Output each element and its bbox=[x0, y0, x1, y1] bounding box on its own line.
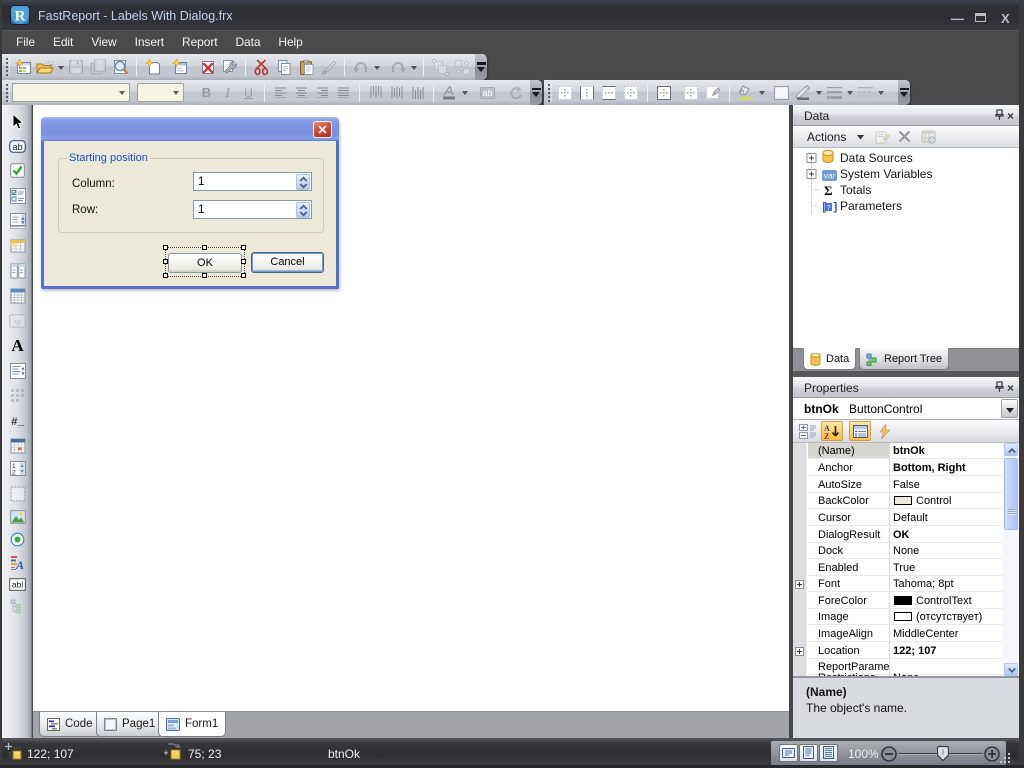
svg-text:ab: ab bbox=[12, 142, 22, 152]
svg-text:A: A bbox=[15, 558, 24, 570]
svg-text:?: ? bbox=[826, 203, 830, 212]
svg-text:2: 2 bbox=[12, 470, 16, 477]
svg-text:Totals: Totals bbox=[840, 183, 871, 197]
svg-text:ab: ab bbox=[482, 88, 492, 98]
svg-text:abl: abl bbox=[12, 580, 23, 590]
svg-text:]: ] bbox=[832, 202, 839, 214]
svg-text:Σ: Σ bbox=[824, 183, 833, 198]
svg-text:var: var bbox=[824, 171, 836, 181]
svg-text:#_: #_ bbox=[11, 417, 25, 427]
svg-text:Z: Z bbox=[824, 432, 829, 440]
svg-text:Parameters: Parameters bbox=[840, 199, 902, 213]
svg-text:R: R bbox=[15, 9, 26, 25]
svg-text:xy: xy bbox=[13, 316, 22, 326]
svg-text:Data Sources: Data Sources bbox=[840, 151, 913, 165]
svg-text:System Variables: System Variables bbox=[840, 167, 932, 181]
